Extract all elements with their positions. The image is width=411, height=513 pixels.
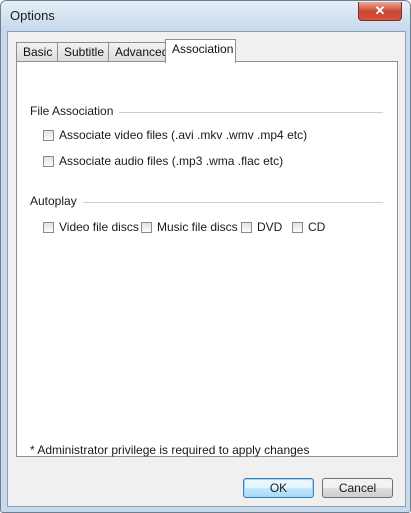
music-discs-label: Music file discs bbox=[157, 220, 238, 234]
ok-button[interactable]: OK bbox=[243, 478, 314, 498]
video-discs-checkbox[interactable] bbox=[43, 221, 54, 233]
cd-option[interactable]: CD bbox=[292, 220, 325, 234]
tab-advanced[interactable]: Advanced bbox=[108, 42, 168, 62]
autoplay-heading: Autoplay bbox=[30, 194, 83, 208]
cancel-button[interactable]: Cancel bbox=[322, 478, 393, 498]
close-icon: ✕ bbox=[374, 3, 386, 18]
admin-privilege-note: * Administrator privilege is required to… bbox=[30, 443, 310, 457]
close-button[interactable]: ✕ bbox=[358, 2, 402, 21]
window-title: Options bbox=[10, 8, 55, 23]
file-association-heading: File Association bbox=[30, 104, 120, 118]
music-discs-option[interactable]: Music file discs bbox=[141, 220, 238, 234]
associate-audio-checkbox[interactable] bbox=[43, 155, 54, 167]
associate-video-option[interactable]: Associate video files (.avi .mkv .wmv .m… bbox=[43, 128, 307, 142]
options-dialog: Options ✕ Basic Subtitle Advanced Associ… bbox=[0, 0, 411, 513]
dvd-label: DVD bbox=[257, 220, 283, 234]
dvd-option[interactable]: DVD bbox=[241, 220, 282, 234]
tab-basic[interactable]: Basic bbox=[16, 42, 58, 62]
dialog-client-area: Basic Subtitle Advanced Association File… bbox=[7, 31, 406, 507]
associate-video-label: Associate video files (.avi .mkv .wmv .m… bbox=[59, 128, 308, 142]
associate-video-checkbox[interactable] bbox=[43, 129, 54, 141]
music-discs-checkbox[interactable] bbox=[141, 221, 152, 233]
associate-audio-option[interactable]: Associate audio files (.mp3 .wma .flac e… bbox=[43, 154, 283, 168]
tab-subtitle[interactable]: Subtitle bbox=[57, 42, 109, 62]
title-bar[interactable]: Options ✕ bbox=[1, 1, 410, 31]
dvd-checkbox[interactable] bbox=[241, 221, 252, 233]
association-panel: File Association Associate video files (… bbox=[16, 61, 398, 457]
video-discs-label: Video file discs bbox=[59, 220, 139, 234]
autoplay-divider bbox=[37, 202, 383, 203]
video-discs-option[interactable]: Video file discs bbox=[43, 220, 139, 234]
cd-label: CD bbox=[308, 220, 326, 234]
tab-association[interactable]: Association bbox=[165, 39, 236, 63]
associate-audio-label: Associate audio files (.mp3 .wma .flac e… bbox=[59, 154, 284, 168]
cd-checkbox[interactable] bbox=[292, 221, 303, 233]
